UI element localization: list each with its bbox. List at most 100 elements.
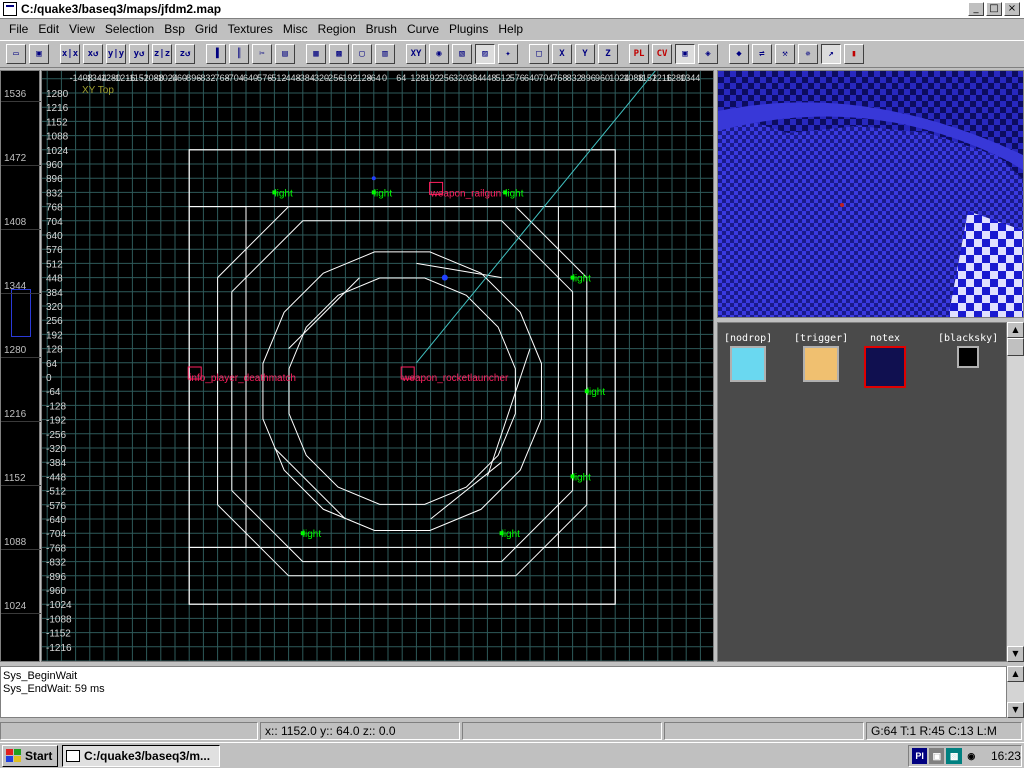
xy-grid-canvas: 1280121611521088102496089683276870464057… [42,71,713,661]
texture-tile[interactable]: notex [864,333,906,388]
show-patches-button[interactable]: PL [629,44,649,64]
minimize-button[interactable]: _ [968,2,984,16]
scroll-up-button[interactable]: ▲ [1007,666,1024,682]
menu-help[interactable]: Help [493,22,528,36]
scroll-down-button[interactable]: ▼ [1007,646,1024,662]
console-scrollbar[interactable]: ▲ ▼ [1007,666,1024,718]
select-patch-button[interactable]: ▣ [675,44,695,64]
camera-preview-button[interactable]: ▨ [475,44,495,64]
csg-hollow-button[interactable]: ▦ [306,44,326,64]
menu-view[interactable]: View [64,22,100,36]
menu-edit[interactable]: Edit [33,22,64,36]
scroll-down-button[interactable]: ▼ [1007,702,1024,718]
menu-plugins[interactable]: Plugins [444,22,493,36]
z-ruler-label: 1408 [4,217,27,228]
texture-scrollbar[interactable]: ▲ ▼ [1007,322,1024,662]
save-button[interactable]: ▣ [29,44,49,64]
patch-show-bb-button[interactable]: ▮ [844,44,864,64]
change-views-button[interactable]: ▥ [375,44,395,64]
start-button[interactable]: Start [2,744,58,767]
size-to-fit-button[interactable]: ║ [229,44,249,64]
csg-merge-button[interactable]: ▢ [352,44,372,64]
menu-bsp[interactable]: Bsp [159,22,190,36]
status-coordinates: x:: 1152.0 y:: 64.0 z:: 0.0 [260,722,460,740]
x-axis-rotate-button[interactable]: x↺ [83,44,103,64]
texture-tile[interactable]: [trigger] [794,333,848,382]
camera-render [718,71,1023,317]
patch-bend-button[interactable]: ◈ [698,44,718,64]
y-axis-rotate-button[interactable]: y↺ [129,44,149,64]
menu-curve[interactable]: Curve [402,22,444,36]
view-label: XY Top [82,85,114,96]
csg-subtract-button[interactable]: ▩ [329,44,349,64]
camera-view[interactable] [717,70,1024,318]
menu-region[interactable]: Region [313,22,361,36]
lock-x-button[interactable]: □ [529,44,549,64]
speaker-icon[interactable]: ◉ [963,748,979,764]
z-ruler-tick [1,357,41,358]
y-axis-label: -704 [46,529,66,540]
app-icon[interactable] [3,2,17,16]
y-axis-label: 320 [46,302,63,313]
patch-delete-button[interactable]: ⇌ [752,44,772,64]
x-axis-label: 896 [581,73,596,83]
patch-cap-button[interactable]: ⚒ [775,44,795,64]
select-inside-button[interactable]: ▤ [275,44,295,64]
menu-file[interactable]: File [4,22,33,36]
z-ruler-tick [1,549,41,550]
lock-y-button[interactable]: Y [575,44,595,64]
clipper-button[interactable]: ✂ [252,44,272,64]
input-locale-icon[interactable]: PI [912,748,928,764]
entity-label: info_player_deathmatch [189,373,296,384]
y-axis-label: 896 [46,174,63,185]
patch-insert-button[interactable]: ◆ [729,44,749,64]
menu-textures[interactable]: Textures [223,22,278,36]
x-axis-label: 320 [453,73,468,83]
xyz-button[interactable]: XY [406,44,426,64]
z-axis-flip-button[interactable]: z|z [152,44,172,64]
x-axis-label: 384 [467,73,482,83]
y-axis-flip-button[interactable]: y|y [106,44,126,64]
network-icon[interactable]: ▩ [946,748,962,764]
z-ruler-label: 1216 [4,409,27,420]
patch-drill-button[interactable]: ↗ [821,44,841,64]
show-curves-button[interactable]: CV [652,44,672,64]
taskbar-item-radiant[interactable]: C:/quake3/baseq3/m... [62,744,220,767]
lock-x-toggle-button[interactable]: X [552,44,572,64]
scroll-up-button[interactable]: ▲ [1007,322,1024,338]
maximize-button[interactable]: □ [986,2,1002,16]
menu-misc[interactable]: Misc [278,22,313,36]
x-axis-flip-button[interactable]: x|x [60,44,80,64]
texture-tile[interactable]: [blacksky] [938,333,998,368]
menu-brush[interactable]: Brush [361,22,402,36]
z-ruler-label: 1536 [4,89,27,100]
clock: 16:23 [990,749,1021,763]
open-button[interactable]: ▭ [6,44,26,64]
entity-marker [371,176,376,181]
y-axis-label: 512 [46,259,63,270]
free-rotate-button[interactable]: ✦ [498,44,518,64]
y-axis-label: 1280 [46,89,69,100]
menu-grid[interactable]: Grid [190,22,223,36]
light-entity-label: light [573,472,592,483]
lock-z-button[interactable]: Z [598,44,618,64]
patch-weld-button[interactable]: ✵ [798,44,818,64]
z-axis-rotate-button[interactable]: z↺ [175,44,195,64]
x-axis-label: 704 [538,73,553,83]
monitor-icon[interactable]: ▣ [929,748,945,764]
xy-top-view[interactable]: 1280 1216 1152 1088 1024 960 896 832 768 704 640 57… [41,70,714,662]
scroll-thumb[interactable] [1007,338,1024,356]
texture-tile[interactable]: [nodrop] [724,333,772,382]
complete-tall-button[interactable]: ▐ [206,44,226,64]
menu-selection[interactable]: Selection [100,22,159,36]
status-pane-empty [664,722,864,740]
z-view[interactable]: 1536 1472 1408 1344 1280 1216 1152 1088 1024 [0,70,41,662]
toolbar: ▭ ▣ x|x x↺ y|y y↺ z|z z↺ ▐ ║ ✂ ▤ ▦ ▩ ▢ ▥ XY ◉ ▧ ▨ ✦ □ X Y Z PL CV ▣… [0,40,1024,68]
entity-label: weapon_rocketlauncher [401,373,509,384]
texture-lock-button[interactable]: ◉ [429,44,449,64]
texture-browser[interactable]: [nodrop] [trigger] notex [blacksky] [717,322,1007,662]
y-axis-label: -832 [46,558,66,569]
camera-marker [441,274,448,281]
close-button[interactable]: × [1004,2,1020,16]
cubic-clip-button[interactable]: ▧ [452,44,472,64]
